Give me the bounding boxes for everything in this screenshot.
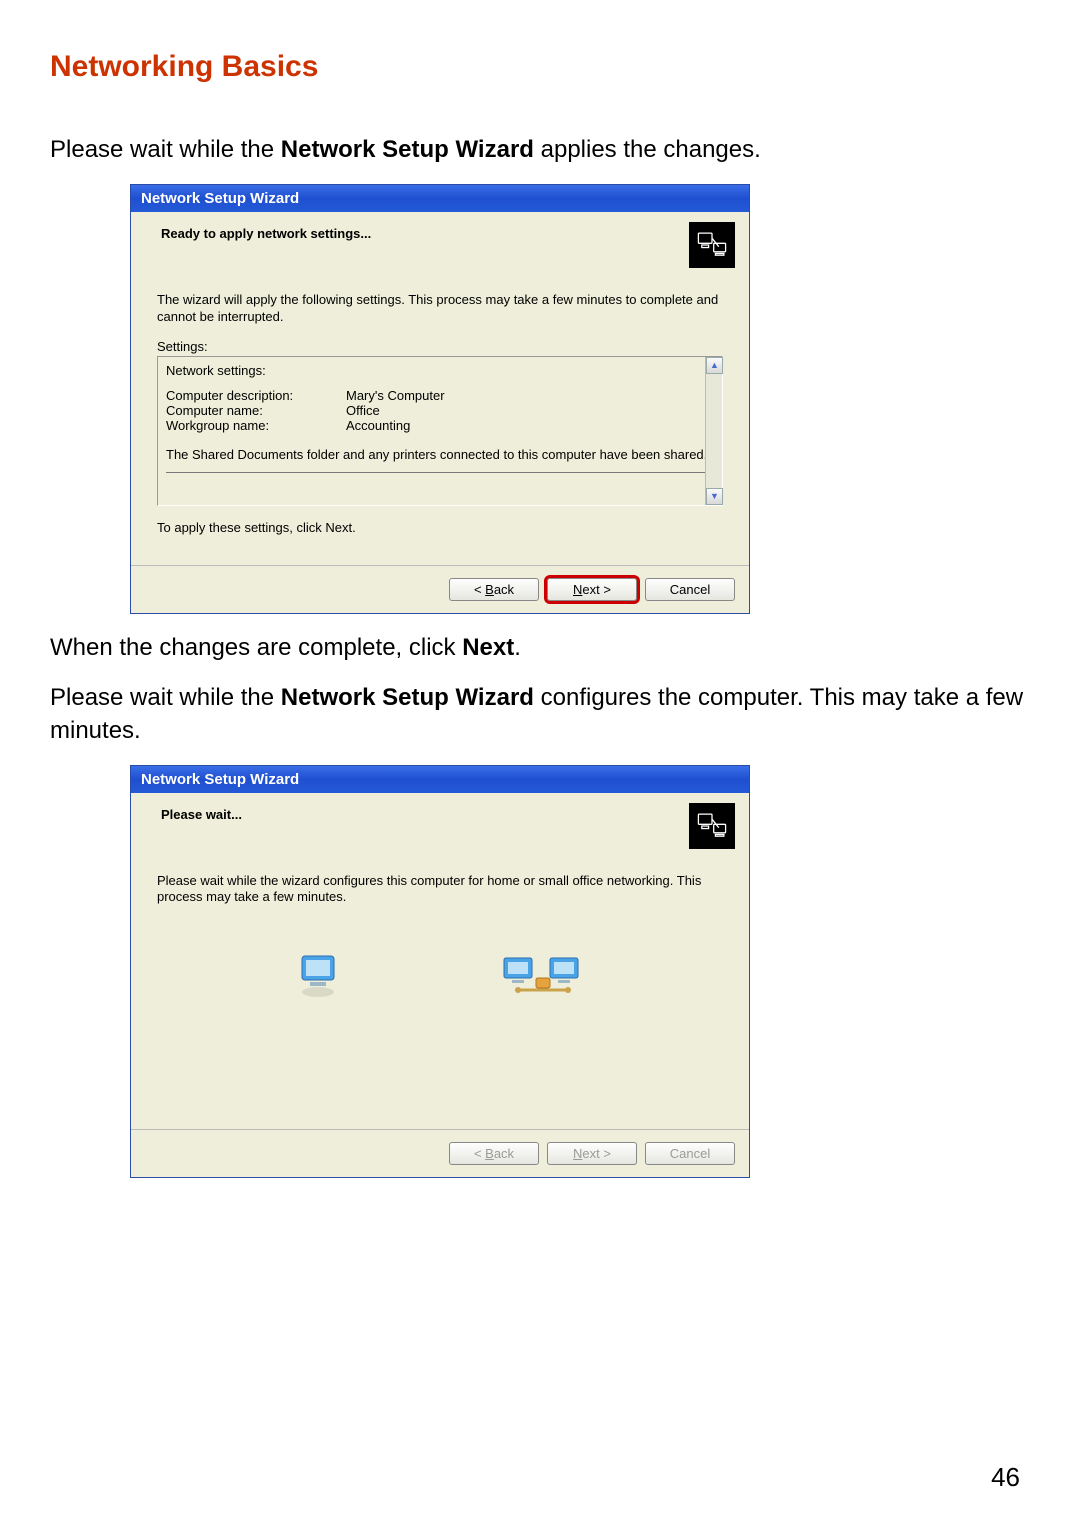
single-computer-icon [292, 950, 348, 1009]
page-number: 46 [991, 1462, 1020, 1493]
wizard2-explain: Please wait while the wizard configures … [157, 873, 723, 906]
next-button[interactable]: Next > [547, 578, 637, 601]
wizard1-share-text: The Shared Documents folder and any prin… [166, 447, 714, 462]
network-computers-icon [498, 950, 588, 1009]
wizard1-settings-title: Network settings: [166, 363, 714, 378]
next-label: Next > [573, 582, 611, 597]
network-devices-icon [689, 222, 735, 268]
intro2-post: . [514, 634, 521, 661]
name-label: Computer name: [166, 403, 346, 418]
wizard1-button-bar: < Back Next > Cancel [131, 565, 749, 613]
wizard-please-wait-dialog: Network Setup Wizard Please wait... Plea… [130, 765, 750, 1178]
wizard1-settings-box: Network settings: Computer description: … [157, 356, 723, 506]
settings-scrollbar[interactable]: ▲ ▼ [705, 357, 722, 505]
row-computer-name: Computer name: Office [166, 403, 714, 418]
settings-divider [166, 472, 714, 473]
intro2-pre: When the changes are complete, click [50, 634, 462, 661]
next-button-disabled: Next > [547, 1142, 637, 1165]
intro1-bold: Network Setup Wizard [281, 136, 534, 163]
wizard2-header-title: Please wait... [161, 807, 733, 822]
desc-label: Computer description: [166, 388, 346, 403]
row-computer-description: Computer description: Mary's Computer [166, 388, 714, 403]
wizard1-explain: The wizard will apply the following sett… [157, 292, 723, 325]
wg-value: Accounting [346, 418, 410, 433]
scroll-up-button[interactable]: ▲ [706, 357, 723, 374]
back-label-2: < Back [474, 1146, 514, 1161]
intro2-bold: Next [462, 634, 514, 661]
intro3-bold: Network Setup Wizard [281, 684, 534, 711]
wizard2-body: Please wait while the wizard configures … [131, 855, 749, 1129]
intro1-pre: Please wait while the [50, 136, 281, 163]
wizard1-apply-instruction: To apply these settings, click Next. [157, 520, 723, 535]
back-button-disabled: < Back [449, 1142, 539, 1165]
wizard2-progress-icons [157, 920, 723, 1129]
wizard1-titlebar: Network Setup Wizard [131, 185, 749, 212]
intro3-pre: Please wait while the [50, 684, 281, 711]
page-heading: Networking Basics [50, 50, 1030, 84]
name-value: Office [346, 403, 380, 418]
intro-text-1: Please wait while the Network Setup Wiza… [50, 134, 1030, 166]
wizard2-header-area: Please wait... [131, 793, 749, 855]
network-devices-icon [689, 803, 735, 849]
intro-text-2: When the changes are complete, click Nex… [50, 632, 1030, 664]
wizard1-header-title: Ready to apply network settings... [161, 226, 733, 241]
wizard1-body: The wizard will apply the following sett… [131, 274, 749, 535]
cancel-button-disabled: Cancel [645, 1142, 735, 1165]
row-workgroup-name: Workgroup name: Accounting [166, 418, 714, 433]
wizard1-header-area: Ready to apply network settings... [131, 212, 749, 274]
back-button[interactable]: < Back [449, 578, 539, 601]
wg-label: Workgroup name: [166, 418, 346, 433]
next-label-2: Next > [573, 1146, 611, 1161]
intro-text-3: Please wait while the Network Setup Wiza… [50, 682, 1030, 747]
desc-value: Mary's Computer [346, 388, 445, 403]
back-label: < Back [474, 582, 514, 597]
wizard2-button-bar: < Back Next > Cancel [131, 1129, 749, 1177]
wizard-ready-dialog: Network Setup Wizard Ready to apply netw… [130, 184, 750, 614]
intro1-post: applies the changes. [534, 136, 761, 163]
scroll-down-button[interactable]: ▼ [706, 488, 723, 505]
wizard1-settings-label: Settings: [157, 339, 723, 354]
cancel-button[interactable]: Cancel [645, 578, 735, 601]
wizard2-titlebar: Network Setup Wizard [131, 766, 749, 793]
